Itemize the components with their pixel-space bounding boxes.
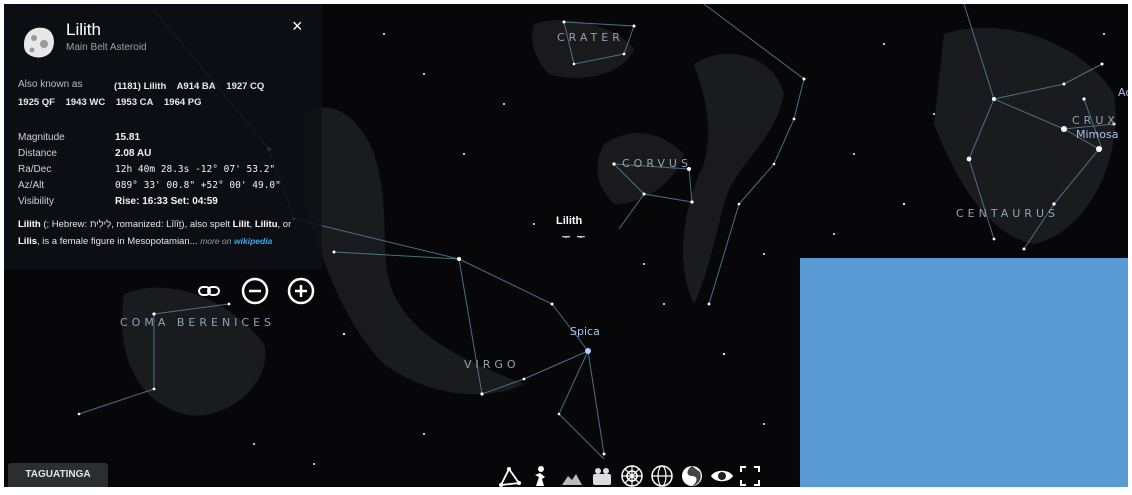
object-type: Main Belt Asteroid xyxy=(66,42,147,53)
star-label-mimosa: Mimosa xyxy=(1076,128,1119,141)
aka-item: 1964 PG xyxy=(164,97,202,108)
wikipedia-link[interactable]: wikipedia xyxy=(234,236,272,246)
aka-item: (1181) Lilith xyxy=(114,81,167,92)
radec-value: 12h 40m 28.3s -12° 07' 53.2" xyxy=(115,164,276,175)
target-reticle[interactable]: ᅮ ᅮ xyxy=(562,230,587,243)
aka-item: 1953 CA xyxy=(115,97,154,108)
desc-end: , is a female figure in Mesopotamian... xyxy=(37,236,198,247)
equatorial-grid-icon[interactable] xyxy=(650,464,674,487)
aka-item: 1927 CQ xyxy=(226,81,265,92)
star-label-ac: Ac xyxy=(1118,86,1128,99)
link-icon[interactable] xyxy=(194,276,224,306)
magnitude-label: Magnitude xyxy=(18,132,65,143)
constellation-label-crux: CRUX xyxy=(1072,114,1119,127)
desc-text: (; Hebrew: לִילִית, romanized: Līlīṯ), a… xyxy=(40,219,233,230)
desc-alt1: Lilit xyxy=(232,219,250,230)
constellation-label-crater: CRATER xyxy=(557,31,624,44)
azimuthal-grid-icon[interactable] xyxy=(620,464,644,487)
object-description: Lilith (; Hebrew: לִילִית, romanized: Lī… xyxy=(18,217,314,250)
magnitude-value: 15.81 xyxy=(115,132,141,143)
night-mode-icon[interactable] xyxy=(710,464,734,487)
more-on-text: more on xyxy=(200,236,232,246)
azalt-label: Az/Alt xyxy=(18,180,45,191)
visibility-label: Visibility xyxy=(18,196,54,207)
aka-item: 1943 WC xyxy=(65,97,106,108)
blue-overlay-panel xyxy=(800,258,1128,487)
constellation-label-corvus: CORVUS xyxy=(622,157,692,170)
distance-label: Distance xyxy=(18,148,57,159)
close-icon[interactable]: × xyxy=(292,16,303,37)
desc-or: , or xyxy=(277,219,292,230)
bottom-toolbar xyxy=(498,464,798,487)
object-info-panel: Lilith Main Belt Asteroid × Also known a… xyxy=(4,4,322,270)
azalt-value: 089° 33' 00.8" +52° 00' 49.0" xyxy=(115,180,281,191)
deep-sky-icon[interactable] xyxy=(680,464,704,487)
aka-list: (1181) Lilith A914 BA 1927 CQ 1925 QF 19… xyxy=(18,79,318,111)
zoom-out-icon[interactable] xyxy=(240,276,270,306)
desc-alt2: Lilitu xyxy=(254,219,278,230)
desc-name: Lilith xyxy=(18,219,41,230)
constellation-lines-icon[interactable] xyxy=(498,464,522,487)
constellation-label-centaurus: CENTAURUS xyxy=(956,207,1059,220)
constellation-label-coma-berenices: COMA BERENICES xyxy=(120,316,276,329)
object-name: Lilith xyxy=(66,20,101,39)
landscape-icon[interactable] xyxy=(560,464,584,487)
distance-value: 2.08 AU xyxy=(115,148,152,159)
zoom-in-icon[interactable] xyxy=(286,276,316,306)
visibility-value: Rise: 16:33 Set: 04:59 xyxy=(115,196,218,207)
atmosphere-icon[interactable] xyxy=(590,464,614,487)
aka-item: A914 BA xyxy=(176,81,216,92)
sky-viewer[interactable]: CRATER CORVUS CRUX CENTAURUS COMA BERENI… xyxy=(4,4,1128,487)
constellation-label-virgo: VIRGO xyxy=(464,358,520,371)
radec-label: Ra/Dec xyxy=(18,164,52,175)
star-label-spica: Spica xyxy=(570,325,600,338)
desc-alt3: Lilis xyxy=(18,236,38,247)
fullscreen-icon[interactable] xyxy=(738,464,762,487)
aka-item: 1925 QF xyxy=(18,97,55,108)
location-button[interactable]: TAGUATINGA xyxy=(8,463,108,487)
constellation-art-icon[interactable] xyxy=(528,464,552,487)
target-label-lilith[interactable]: Lilith xyxy=(556,215,582,227)
asteroid-icon xyxy=(24,27,54,58)
